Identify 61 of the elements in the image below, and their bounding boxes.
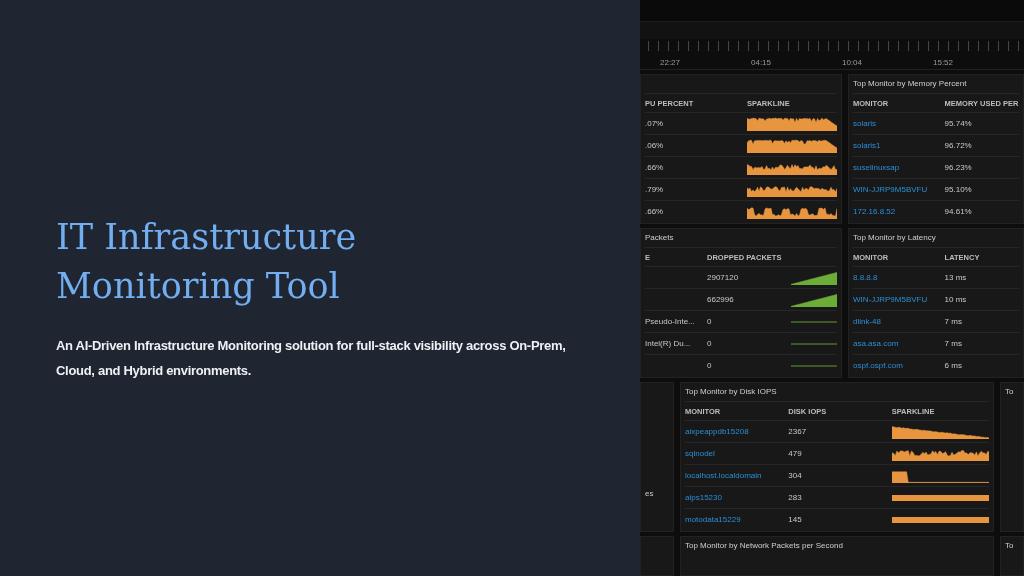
monitor-link[interactable]: dlink-48 — [853, 317, 939, 326]
table-cell-text: .66% — [645, 207, 665, 216]
table-cell-text: Pseudo-Inte... — [645, 317, 696, 326]
table-cell-text: Intel(R) Du... — [645, 339, 692, 348]
time-label: 04:15 — [751, 58, 773, 68]
table-cell-text: 0 — [707, 339, 713, 348]
table-cell-text: 145 — [788, 515, 803, 524]
table-cell-text: 0 — [707, 361, 713, 370]
monitor-link[interactable]: suselinuxsap — [853, 163, 939, 172]
table-cell-text: 283 — [788, 493, 803, 502]
table-cell-text: 6 ms — [944, 361, 963, 370]
table-cell-text: 95.10% — [944, 185, 973, 194]
panel-title: To — [1005, 387, 1014, 396]
monitor-link[interactable]: solaris — [853, 119, 939, 128]
table-cell-text: .79% — [645, 185, 665, 194]
table-cell-text: .07% — [645, 119, 665, 128]
table-cell-text: 10 ms — [944, 295, 968, 304]
table-cell-text: 96.72% — [944, 141, 973, 150]
monitor-link[interactable]: ospf.ospf.com — [853, 361, 939, 370]
table-cell-text: 94.61% — [944, 207, 973, 216]
sparkline-drawing — [791, 342, 837, 345]
table-cell-text: 96.23% — [944, 163, 973, 172]
monitor-link[interactable]: solaris1 — [853, 141, 939, 150]
panel-title: Top Monitor by Latency — [853, 233, 936, 242]
sparkline-drawing — [791, 270, 837, 285]
table-cell-text: 2367 — [788, 427, 808, 436]
monitor-link[interactable]: WIN-JJRP9M5BVFU — [853, 295, 939, 304]
slide-subtitle: An AI-Driven Infrastructure Monitoring solution for full-stack visibility across On-Prem, Cloud, and Hybrid environments. — [56, 337, 567, 380]
monitor-link[interactable]: sqlnodel — [685, 449, 783, 458]
table-cell-text: .06% — [645, 141, 665, 150]
monitor-link[interactable]: aips15230 — [685, 493, 783, 502]
monitor-link[interactable]: WIN-JJRP9M5BVFU — [853, 185, 939, 194]
table-cell-text: .66% — [645, 163, 665, 172]
panel-title: To — [1005, 541, 1014, 550]
sparkline-drawing — [791, 320, 837, 323]
panel-title: Top Monitor by Disk IOPS — [685, 387, 777, 396]
monitor-link[interactable]: motodata15229 — [685, 515, 783, 524]
monitor-link[interactable]: localhost.localdomain — [685, 471, 783, 480]
panel-title: Top Monitor by Memory Percent — [853, 79, 967, 88]
table-cell-text: 2907120 — [707, 273, 740, 282]
monitor-link[interactable]: asa.asa.com — [853, 339, 939, 348]
monitor-link[interactable]: 172.16.8.52 — [853, 207, 939, 216]
table-cell-text: 662996 — [707, 295, 735, 304]
table-cell-text: 0 — [707, 317, 713, 326]
time-label: 10:04 — [842, 58, 864, 68]
slide-title: IT Infrastructure Monitoring Tool — [56, 216, 358, 308]
sparkline-drawing — [791, 364, 837, 367]
table-cell-text: 7 ms — [944, 339, 963, 348]
table-cell-text: 7 ms — [944, 317, 963, 326]
monitor-link[interactable]: aixpeappdb15208 — [685, 427, 783, 436]
panel-title: Top Monitor by Network Packets per Second — [685, 541, 843, 550]
table-cell-text: 13 ms — [944, 273, 968, 282]
monitor-link[interactable]: 8.8.8.8 — [853, 273, 939, 282]
sparkline-drawing — [791, 292, 837, 307]
table-cell-text: 95.74% — [944, 119, 973, 128]
panel-text: es — [645, 489, 655, 498]
panel-title: Packets — [645, 233, 674, 242]
table-cell-text: 304 — [788, 471, 803, 480]
table-cell-text: 479 — [788, 449, 803, 458]
time-label: 15:52 — [933, 58, 955, 68]
time-label: 22:27 — [660, 58, 682, 68]
